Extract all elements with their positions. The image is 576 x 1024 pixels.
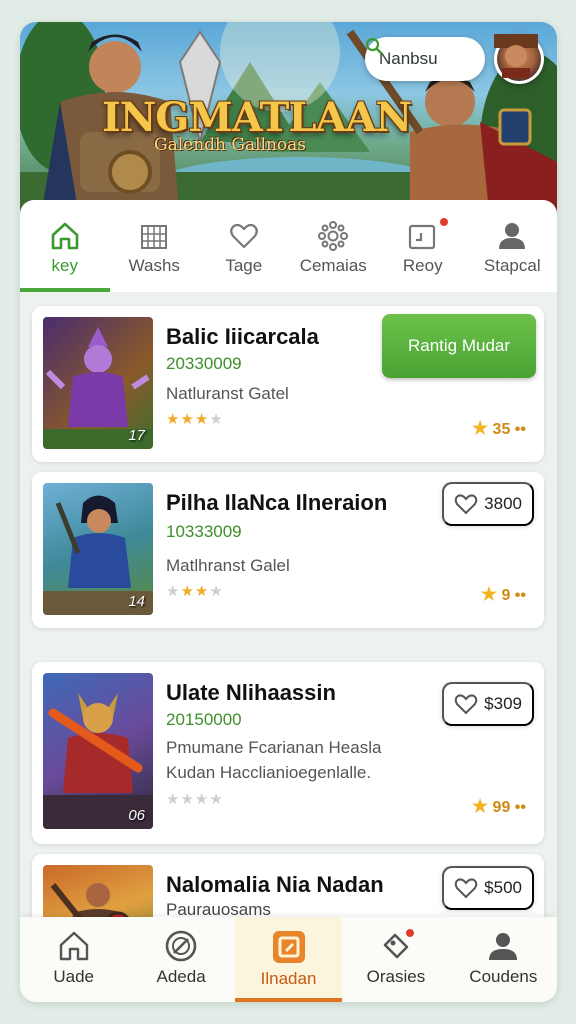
star-rating: ★★★★ bbox=[166, 791, 224, 808]
favorite-price-button[interactable]: $309 bbox=[442, 682, 534, 726]
heart-icon bbox=[454, 694, 478, 715]
price-value: 3800 bbox=[484, 494, 522, 513]
nav-ilnadan[interactable]: Ilnadan bbox=[234, 917, 343, 1002]
item-description: Pmumane Fcarianan Heasla bbox=[166, 738, 382, 757]
list-item[interactable]: 14 Pilha IlaNca Ilneraion 10333009 Matlh… bbox=[32, 472, 544, 628]
tab-label: Reoy bbox=[402, 256, 443, 275]
inbox-icon bbox=[408, 224, 435, 250]
circle-slash-icon bbox=[165, 930, 197, 962]
rating-action-button[interactable]: Rantig Mudar bbox=[382, 314, 536, 378]
tab-label: key bbox=[51, 256, 78, 275]
game-thumbnail: 14 bbox=[43, 483, 153, 615]
bottom-navigation: Uade Adeda Ilnadan Orasies Coudens bbox=[20, 917, 557, 1002]
game-thumbnail: 17 bbox=[43, 317, 153, 449]
top-tab-bar: key Washs Tage Cemaias Reoy Stapcal bbox=[20, 200, 557, 292]
building-icon bbox=[141, 225, 168, 249]
square-icon bbox=[272, 931, 305, 963]
thumbnail-number: 17 bbox=[128, 427, 145, 444]
notification-badge bbox=[404, 927, 417, 939]
tab-label: Stapcal bbox=[483, 256, 541, 275]
item-title: Balic Iiicarcala bbox=[166, 324, 319, 349]
nav-uade[interactable]: Uade bbox=[20, 917, 127, 1002]
tab-label: Tage bbox=[225, 256, 263, 275]
rating-value: 35 bbox=[492, 421, 511, 438]
heart-icon bbox=[229, 223, 258, 249]
notification-badge bbox=[438, 216, 450, 228]
item-description-line-2: Kudan Hacclianioegenlalle. bbox=[166, 763, 372, 782]
rating-score: ★ 35 •• bbox=[471, 418, 526, 438]
star-icon: ★ bbox=[471, 418, 489, 438]
star-icon: ★ bbox=[471, 796, 489, 816]
app-frame: INGMATLAAN Galendh Gallnoas Nanbsu key W… bbox=[20, 22, 557, 1002]
star-rating: ★★★★ bbox=[166, 411, 224, 428]
favorite-price-button[interactable]: $500 bbox=[442, 866, 534, 910]
nav-label: Orasies bbox=[366, 967, 426, 986]
list-item[interactable]: 06 Ulate Nlihaassin 20150000 Pmumane Fca… bbox=[32, 662, 544, 844]
tab-tage[interactable]: Tage bbox=[199, 200, 289, 292]
avatar[interactable] bbox=[494, 34, 544, 84]
thumbnail-number: 06 bbox=[128, 807, 145, 824]
tab-washs[interactable]: Washs bbox=[110, 200, 200, 292]
hero-banner: INGMATLAAN Galendh Gallnoas Nanbsu bbox=[20, 22, 557, 227]
banner-title: INGMATLAAN bbox=[102, 94, 412, 141]
rating-value: 99 bbox=[492, 799, 511, 816]
price-value: $500 bbox=[484, 878, 522, 897]
item-code: 20150000 bbox=[166, 710, 242, 729]
nav-adeda[interactable]: Adeda bbox=[127, 917, 234, 1002]
heart-icon bbox=[454, 494, 478, 515]
person-icon bbox=[499, 223, 526, 249]
tab-label: Cemaias bbox=[299, 256, 367, 275]
nav-label: Coudens bbox=[469, 967, 538, 986]
nav-coudens[interactable]: Coudens bbox=[450, 917, 557, 1002]
thumbnail-number: 14 bbox=[128, 593, 145, 610]
gear-icon bbox=[318, 221, 349, 251]
heart-icon bbox=[454, 878, 478, 899]
nav-label: Ilnadan bbox=[260, 969, 317, 988]
list-item[interactable]: 17 Balic Iiicarcala 20330009 Natluranst … bbox=[32, 306, 544, 462]
home-icon bbox=[59, 931, 88, 961]
avatar-image bbox=[494, 34, 541, 81]
person-icon bbox=[489, 933, 518, 960]
item-description: Natluranst Gatel bbox=[166, 384, 289, 403]
item-description: Matlhranst Galel bbox=[166, 556, 290, 575]
search-icon bbox=[365, 37, 383, 55]
item-code: 10333009 bbox=[166, 522, 242, 541]
rating-score: ★ 9 •• bbox=[480, 584, 526, 604]
nav-orasies[interactable]: Orasies bbox=[342, 917, 449, 1002]
favorite-price-button[interactable]: 3800 bbox=[442, 482, 534, 526]
item-title: Nalomalia Nia Nadan bbox=[166, 872, 384, 897]
tab-key[interactable]: key bbox=[20, 200, 110, 292]
item-title: Pilha IlaNca Ilneraion bbox=[166, 490, 388, 515]
tab-cemaias[interactable]: Cemaias bbox=[289, 200, 379, 292]
search-button[interactable]: Nanbsu bbox=[365, 37, 485, 81]
item-title: Ulate Nlihaassin bbox=[166, 680, 336, 705]
search-label: Nanbsu bbox=[379, 49, 438, 68]
game-thumbnail: 06 bbox=[43, 673, 153, 829]
tab-reoy[interactable]: Reoy bbox=[378, 200, 468, 292]
tab-label: Washs bbox=[128, 256, 180, 275]
home-icon bbox=[51, 222, 79, 250]
rating-score: ★ 99 •• bbox=[471, 796, 526, 816]
star-icon: ★ bbox=[480, 584, 497, 604]
rating-value: 9 bbox=[501, 587, 511, 604]
nav-label: Adeda bbox=[156, 967, 206, 986]
nav-label: Uade bbox=[53, 967, 95, 986]
star-rating: ★★★★ bbox=[166, 583, 224, 600]
tab-stapcal[interactable]: Stapcal bbox=[468, 200, 558, 292]
banner-subtitle: Galendh Gallnoas bbox=[154, 135, 307, 155]
price-value: $309 bbox=[484, 694, 522, 713]
item-code: 20330009 bbox=[166, 354, 242, 373]
